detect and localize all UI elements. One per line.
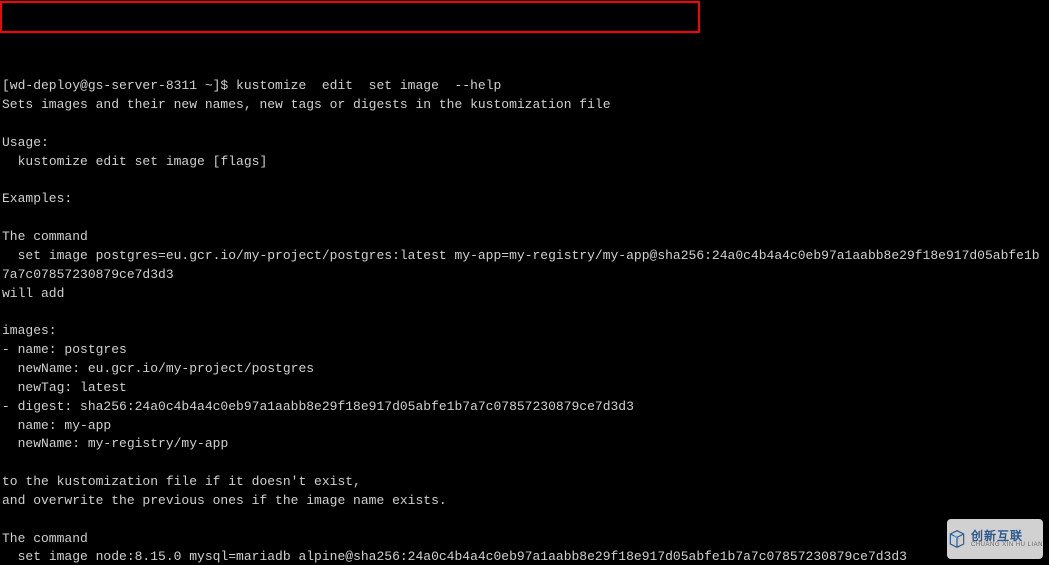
terminal-output: [wd-deploy@gs-server-8311 ~]$ kustomize …	[0, 57, 1049, 565]
img1-newtag: newTag: latest	[2, 380, 127, 395]
img2-digest: - digest: sha256:24a0c4b4a4c0eb97a1aabb8…	[2, 399, 634, 414]
img1-name: - name: postgres	[2, 342, 127, 357]
example2-intro: The command	[2, 531, 88, 546]
note1: to the kustomization file if it doesn't …	[2, 474, 361, 489]
terminal-window[interactable]: [wd-deploy@gs-server-8311 ~]$ kustomize …	[0, 0, 1049, 565]
example2-cmd: set image node:8.15.0 mysql=mariadb alpi…	[2, 549, 907, 564]
watermark-sub: CHUANG XIN HU LIAN	[971, 542, 1043, 548]
will-add-1: will add	[2, 286, 64, 301]
example1-cmd: set image postgres=eu.gcr.io/my-project/…	[2, 248, 1040, 282]
help-description: Sets images and their new names, new tag…	[2, 97, 611, 112]
examples-header: Examples:	[2, 191, 72, 206]
example1-intro: The command	[2, 229, 88, 244]
img2-name: name: my-app	[2, 418, 111, 433]
images-header-1: images:	[2, 323, 57, 338]
img2-newname: newName: my-registry/my-app	[2, 436, 228, 451]
shell-prompt: [wd-deploy@gs-server-8311 ~]$	[2, 78, 236, 93]
usage-header: Usage:	[2, 135, 49, 150]
logo-icon	[947, 527, 967, 551]
img1-newname: newName: eu.gcr.io/my-project/postgres	[2, 361, 314, 376]
watermark-main: 创新互联	[971, 530, 1023, 542]
command-text: kustomize edit set image --help	[236, 78, 501, 93]
usage-line: kustomize edit set image [flags]	[2, 154, 267, 169]
note2: and overwrite the previous ones if the i…	[2, 493, 447, 508]
logo-watermark: 创新互联 CHUANG XIN HU LIAN	[947, 519, 1043, 559]
highlight-annotation	[0, 1, 700, 33]
